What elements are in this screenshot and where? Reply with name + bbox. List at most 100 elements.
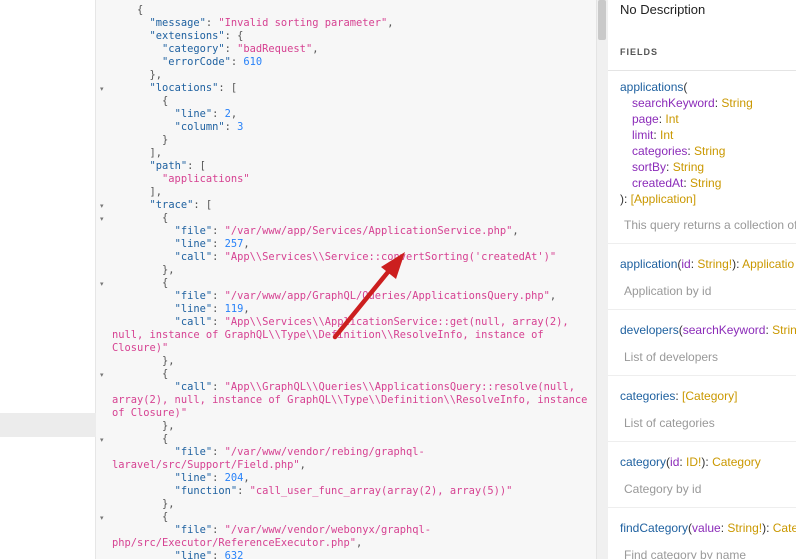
json-punct: : xyxy=(230,56,244,68)
json-line: "locations": [ xyxy=(112,82,592,95)
json-line: "message": "Invalid sorting parameter", xyxy=(112,17,592,30)
result-scrollbar[interactable] xyxy=(596,0,608,559)
field-applications[interactable]: applications( searchKeyword: String page:… xyxy=(620,79,753,207)
divider xyxy=(608,243,796,244)
fold-toggle-icon[interactable]: ▾ xyxy=(100,202,108,210)
json-key: "trace" xyxy=(149,199,194,211)
arg-row: categories: String xyxy=(632,144,726,158)
json-line: ], xyxy=(112,147,592,160)
result-viewer[interactable]: { "message": "Invalid sorting parameter"… xyxy=(110,0,596,559)
arg-type-link[interactable]: String! xyxy=(727,521,762,535)
divider xyxy=(608,375,796,376)
json-line: ], xyxy=(112,186,592,199)
divider xyxy=(608,309,796,310)
json-line: "call": "App\\Services\\ApplicationServi… xyxy=(112,316,592,329)
json-line: "trace": [ xyxy=(112,199,592,212)
json-line: "line": 632 xyxy=(112,550,592,559)
return-type-link[interactable]: Cate xyxy=(773,521,796,535)
json-number: 204 xyxy=(224,472,244,484)
json-key: "file" xyxy=(174,446,213,458)
return-type-link[interactable]: [Category] xyxy=(682,389,737,403)
json-number: 257 xyxy=(224,238,244,250)
arg-type-link[interactable]: String xyxy=(690,176,721,190)
arg-type-link[interactable]: ID! xyxy=(686,455,701,469)
json-punct: : xyxy=(212,290,225,302)
json-string: "/var/www/app/Services/ApplicationServic… xyxy=(224,225,513,237)
return-type-link[interactable]: [Application] xyxy=(631,192,696,206)
arg-type-link[interactable]: String xyxy=(694,144,725,158)
json-key: "call" xyxy=(174,316,213,328)
field-name[interactable]: category xyxy=(620,455,666,469)
json-string: "/var/www/vendor/rebing/graphql- xyxy=(224,446,425,458)
json-line: "line": 257, xyxy=(112,238,592,251)
json-punct: , xyxy=(243,472,250,484)
field-findCategory[interactable]: findCategory(value: String!): Cate xyxy=(620,520,796,536)
arg-row: limit: Int xyxy=(632,128,674,142)
json-punct: : xyxy=(224,43,238,55)
fold-toggle-icon[interactable]: ▾ xyxy=(100,215,108,223)
field-name[interactable]: developers xyxy=(620,323,679,337)
json-punct: { xyxy=(162,511,169,523)
json-string: "badRequest" xyxy=(237,43,313,55)
json-line: "call": "App\\GraphQL\\Queries\\Applicat… xyxy=(112,381,592,394)
json-key: "path" xyxy=(149,160,188,172)
json-line: }, xyxy=(112,420,592,433)
field-developers[interactable]: developers(searchKeyword: String xyxy=(620,322,796,338)
fold-toggle-icon[interactable]: ▾ xyxy=(100,514,108,522)
json-punct: { xyxy=(162,433,169,445)
field-name[interactable]: applications xyxy=(620,80,683,94)
arg-type-link[interactable]: String xyxy=(772,323,796,337)
fields-heading: FIELDS xyxy=(620,47,659,57)
json-punct: }, xyxy=(162,420,175,432)
arg-name: id xyxy=(670,455,680,469)
json-key: "line" xyxy=(174,238,213,250)
return-type-link[interactable]: Category xyxy=(712,455,761,469)
json-key: "file" xyxy=(174,524,213,536)
fold-toggle-icon[interactable]: ▾ xyxy=(100,371,108,379)
json-line: "file": "/var/www/vendor/rebing/graphql- xyxy=(112,446,592,459)
query-editor-pane[interactable] xyxy=(0,0,96,559)
json-punct: { xyxy=(162,368,169,380)
scroll-thumb[interactable] xyxy=(598,0,606,40)
divider xyxy=(608,507,796,508)
docs-explorer: No Description FIELDS applications( sear… xyxy=(608,0,796,559)
arg-type-link[interactable]: String! xyxy=(697,257,732,271)
fold-toggle-icon[interactable]: ▾ xyxy=(100,280,108,288)
json-line: { xyxy=(112,368,592,381)
arg-type-link[interactable]: String xyxy=(673,160,704,174)
fold-toggle-icon[interactable]: ▾ xyxy=(100,0,108,2)
json-punct: : xyxy=(212,550,225,559)
field-application[interactable]: application(id: String!): Applicatio xyxy=(620,256,794,272)
json-punct: , xyxy=(355,537,363,549)
field-categories[interactable]: categories: [Category] xyxy=(620,388,737,404)
field-description: Application by id xyxy=(624,284,712,298)
field-description: List of categories xyxy=(624,416,715,430)
json-line: } xyxy=(112,134,592,147)
fold-toggle-icon[interactable]: ▾ xyxy=(100,436,108,444)
json-punct: : xyxy=(237,485,250,497)
json-line: { xyxy=(112,433,592,446)
field-name[interactable]: findCategory xyxy=(620,521,688,535)
json-punct: }, xyxy=(162,498,175,510)
field-name[interactable]: categories xyxy=(620,389,675,403)
json-line: "errorCode": 610 xyxy=(112,56,592,69)
field-name[interactable]: application xyxy=(620,257,677,271)
arg-type-link[interactable]: Int xyxy=(665,112,678,126)
json-string: "call_user_func_array(array(2), array(5)… xyxy=(249,485,513,497)
field-category[interactable]: category(id: ID!): Category xyxy=(620,454,761,470)
arg-name: createdAt xyxy=(632,176,684,190)
arg-name: searchKeyword xyxy=(682,323,766,337)
json-line: { xyxy=(112,4,592,17)
json-key: "column" xyxy=(174,121,225,133)
arg-type-link[interactable]: String xyxy=(721,96,752,110)
json-key: "extensions" xyxy=(149,30,225,42)
json-punct: ], xyxy=(149,186,163,198)
fold-toggle-icon[interactable]: ▾ xyxy=(100,85,108,93)
type-description: No Description xyxy=(620,2,706,17)
json-key: "file" xyxy=(174,225,213,237)
json-key: "locations" xyxy=(149,82,219,94)
arg-row: createdAt: String xyxy=(632,176,722,190)
json-line: { xyxy=(112,95,592,108)
return-type-link[interactable]: Applicatio xyxy=(742,257,794,271)
arg-type-link[interactable]: Int xyxy=(660,128,673,142)
